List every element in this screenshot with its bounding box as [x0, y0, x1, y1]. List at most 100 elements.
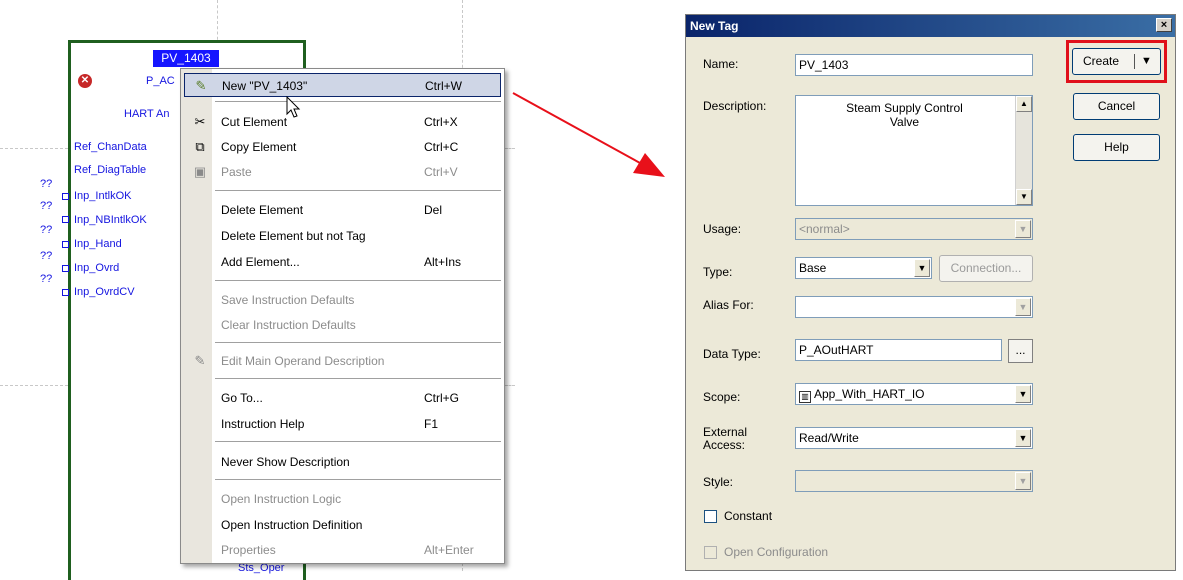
open-configuration-label: Open Configuration — [724, 545, 829, 559]
data-type-label: Data Type: — [703, 347, 761, 361]
constant-checkbox[interactable] — [704, 510, 717, 523]
grid-line — [0, 148, 68, 149]
create-button-label: Create — [1083, 54, 1120, 68]
type-value: Base — [799, 261, 827, 275]
menu-item-new-tag[interactable]: ✎ New "PV_1403" Ctrl+W — [184, 73, 501, 97]
usage-label: Usage: — [703, 222, 742, 236]
open-configuration-checkbox — [704, 546, 717, 559]
scope-select[interactable]: ▥ App_With_HART_IO — [795, 383, 1033, 405]
grid-line — [217, 0, 218, 45]
menu-item-delete-element-not-tag[interactable]: Delete Element but not Tag — [184, 224, 501, 248]
pin-p-ac[interactable]: P_AC — [146, 75, 175, 87]
scope-value: App_With_HART_IO — [814, 387, 925, 401]
pin-connector[interactable] — [62, 193, 69, 200]
style-select — [795, 470, 1033, 492]
chevron-down-icon[interactable]: ▼ — [1015, 385, 1031, 403]
pin-inp-ovrd[interactable]: Inp_Ovrd — [74, 262, 119, 274]
function-block-tag[interactable]: PV_1403 — [153, 50, 219, 67]
cancel-button[interactable]: Cancel — [1073, 93, 1160, 120]
menu-separator — [215, 190, 501, 191]
data-type-browse-button[interactable]: ... — [1008, 339, 1033, 363]
create-split-divider — [1134, 54, 1135, 69]
unknown-value-marker: ?? — [40, 178, 53, 190]
menu-item-never-show-description[interactable]: Never Show Description — [184, 450, 501, 474]
unknown-value-marker: ?? — [40, 224, 53, 236]
name-input[interactable]: PV_1403 — [795, 54, 1033, 76]
scope-program-icon: ▥ — [799, 391, 811, 403]
close-icon[interactable]: × — [1156, 18, 1172, 32]
chevron-down-icon[interactable]: ▼ — [1015, 429, 1031, 447]
grid-line — [0, 385, 68, 386]
chevron-down-icon[interactable]: ▼ — [1015, 298, 1031, 316]
create-button[interactable]: Create ▼ — [1072, 48, 1161, 75]
pin-hart-an[interactable]: HART An — [124, 108, 169, 120]
red-arrow-icon — [512, 92, 665, 177]
description-textarea[interactable]: Steam Supply Control Valve ▲ ▼ — [795, 95, 1033, 206]
menu-item-cut-element[interactable]: ✂ Cut Element Ctrl+X — [184, 110, 501, 134]
menu-item-paste: ▣ Paste Ctrl+V — [193, 164, 458, 179]
new-tag-icon: ✎ — [195, 78, 207, 93]
scissors-icon: ✂ — [194, 114, 206, 129]
usage-value: <normal> — [799, 222, 850, 236]
external-access-select[interactable]: Read/Write — [795, 427, 1033, 449]
menu-separator — [215, 342, 501, 343]
menu-item-go-to[interactable]: Go To... Ctrl+G — [184, 386, 501, 410]
menu-item-add-element[interactable]: Add Element... Alt+Ins — [184, 250, 501, 274]
pin-inp-ovrdcv[interactable]: Inp_OvrdCV — [74, 286, 135, 298]
unknown-value-marker: ?? — [40, 273, 53, 285]
unknown-value-marker: ?? — [40, 250, 53, 262]
alias-for-select[interactable] — [795, 296, 1033, 318]
pin-connector[interactable] — [62, 241, 69, 248]
external-access-value: Read/Write — [799, 431, 859, 445]
dialog-title: New Tag — [690, 19, 739, 33]
pin-connector[interactable] — [62, 289, 69, 296]
pin-ref-chandata[interactable]: Ref_ChanData — [74, 141, 147, 153]
usage-select: <normal> — [795, 218, 1033, 240]
external-access-label: External Access: — [703, 425, 748, 452]
menu-item-properties: Properties Alt+Enter — [221, 543, 474, 557]
pin-connector[interactable] — [62, 216, 69, 223]
scroll-up-icon[interactable]: ▲ — [1016, 96, 1032, 112]
dialog-title-bar[interactable]: New Tag × — [686, 15, 1175, 37]
context-menu: ✎ New "PV_1403" Ctrl+W ✂ Cut Element Ctr… — [180, 68, 505, 564]
help-button[interactable]: Help — [1073, 134, 1160, 161]
scope-label: Scope: — [703, 390, 741, 404]
description-scrollbar[interactable]: ▲ ▼ — [1015, 96, 1032, 205]
menu-item-delete-element[interactable]: Delete Element Del — [184, 198, 501, 222]
error-icon: ✕ — [78, 74, 92, 88]
alias-for-label: Alias For: — [703, 298, 754, 312]
menu-item-copy-element[interactable]: ⧉ Copy Element Ctrl+C — [184, 135, 501, 159]
menu-item-instruction-help[interactable]: Instruction Help F1 — [184, 412, 501, 436]
constant-label: Constant — [724, 509, 773, 523]
scroll-down-icon[interactable]: ▼ — [1016, 189, 1032, 205]
style-label: Style: — [703, 475, 734, 489]
new-tag-dialog: New Tag × Name: PV_1403 Description: Ste… — [685, 14, 1176, 571]
pin-ref-diagtable[interactable]: Ref_DiagTable — [74, 164, 146, 176]
menu-separator — [215, 280, 501, 281]
pin-connector[interactable] — [62, 265, 69, 272]
type-select[interactable]: Base — [795, 257, 932, 279]
pin-inp-intlkok[interactable]: Inp_IntlkOK — [74, 190, 131, 202]
pin-inp-nbintlkok[interactable]: Inp_NBIntlkOK — [74, 214, 147, 226]
mouse-cursor-icon — [286, 96, 301, 118]
chevron-down-icon[interactable]: ▼ — [914, 259, 930, 277]
menu-separator — [215, 441, 501, 442]
menu-item-open-instruction-definition[interactable]: Open Instruction Definition — [184, 513, 501, 537]
paste-icon: ▣ — [193, 164, 207, 179]
menu-separator — [215, 378, 501, 379]
pin-inp-hand[interactable]: Inp_Hand — [74, 238, 122, 250]
menu-item-edit-main-operand-description: ✎ Edit Main Operand Description — [184, 349, 501, 373]
data-type-input[interactable]: P_AOutHART — [795, 339, 1002, 361]
chevron-down-icon: ▼ — [1015, 220, 1031, 238]
menu-separator — [215, 101, 501, 102]
pencil-icon: ✎ — [194, 353, 206, 368]
type-label: Type: — [703, 265, 733, 279]
description-text: Steam Supply Control Valve — [846, 101, 963, 129]
description-label: Description: — [703, 99, 767, 113]
menu-item-open-instruction-logic: Open Instruction Logic — [221, 492, 342, 506]
chevron-down-icon: ▼ — [1015, 472, 1031, 490]
menu-item-clear-instruction-defaults: Clear Instruction Defaults — [221, 318, 356, 332]
unknown-value-marker: ?? — [40, 200, 53, 212]
chevron-down-icon[interactable]: ▼ — [1141, 49, 1152, 74]
name-label: Name: — [703, 57, 739, 71]
